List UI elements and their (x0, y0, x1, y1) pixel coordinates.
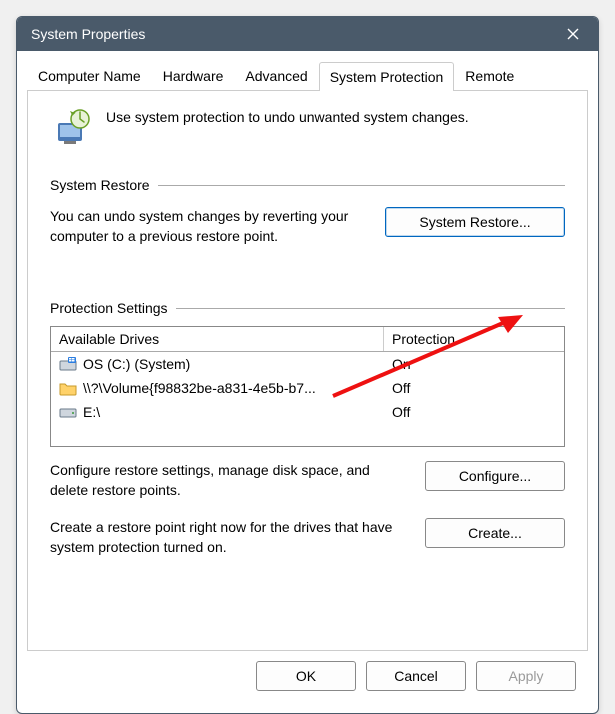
dialog-footer: OK Cancel Apply (27, 651, 588, 703)
tab-advanced[interactable]: Advanced (234, 61, 318, 90)
local-drive-icon (59, 404, 77, 420)
create-description: Create a restore point right now for the… (50, 518, 411, 557)
intro-row: Use system protection to undo unwanted s… (50, 105, 565, 149)
system-properties-window: System Properties Computer Name Hardware… (16, 16, 599, 714)
window-title: System Properties (31, 26, 145, 42)
drive-protection: Off (384, 376, 564, 400)
tab-remote[interactable]: Remote (454, 61, 525, 90)
col-header-protection[interactable]: Protection (384, 327, 564, 351)
drive-protection: Off (384, 400, 564, 424)
tab-computer-name[interactable]: Computer Name (27, 61, 152, 90)
ok-button[interactable]: OK (256, 661, 356, 691)
tab-body-system-protection: Use system protection to undo unwanted s… (27, 91, 588, 651)
tabs: Computer Name Hardware Advanced System P… (27, 61, 588, 91)
system-restore-description: You can undo system changes by reverting… (50, 207, 371, 246)
drive-name: E:\ (83, 404, 100, 420)
titlebar: System Properties (17, 17, 598, 51)
system-restore-group: System Restore You can undo system chang… (50, 177, 565, 246)
protection-settings-group: Protection Settings Available Drives Pro… (50, 300, 565, 557)
system-protection-shield-icon (50, 105, 94, 149)
content-area: Computer Name Hardware Advanced System P… (17, 51, 598, 713)
drives-table-header: Available Drives Protection (51, 327, 564, 352)
configure-description: Configure restore settings, manage disk … (50, 461, 411, 500)
create-button[interactable]: Create... (425, 518, 565, 548)
table-row-empty (51, 424, 564, 446)
folder-icon (59, 380, 77, 396)
cancel-button[interactable]: Cancel (366, 661, 466, 691)
system-restore-button[interactable]: System Restore... (385, 207, 565, 237)
table-row[interactable]: \\?\Volume{f98832be-a831-4e5b-b7... Off (51, 376, 564, 400)
protection-settings-group-label: Protection Settings (50, 300, 565, 316)
table-row[interactable]: E:\ Off (51, 400, 564, 424)
drive-protection: On (384, 352, 564, 376)
drives-table: Available Drives Protection OS (C:) (Sys… (50, 326, 565, 447)
system-restore-group-label: System Restore (50, 177, 565, 193)
table-row[interactable]: OS (C:) (System) On (51, 352, 564, 376)
close-icon[interactable] (558, 19, 588, 49)
tab-system-protection[interactable]: System Protection (319, 62, 455, 91)
drive-name: \\?\Volume{f98832be-a831-4e5b-b7... (83, 380, 316, 396)
apply-button[interactable]: Apply (476, 661, 576, 691)
intro-text: Use system protection to undo unwanted s… (106, 105, 469, 125)
tab-hardware[interactable]: Hardware (152, 61, 235, 90)
col-header-available-drives[interactable]: Available Drives (51, 327, 384, 351)
drive-name: OS (C:) (System) (83, 356, 190, 372)
configure-button[interactable]: Configure... (425, 461, 565, 491)
os-drive-icon (59, 356, 77, 372)
